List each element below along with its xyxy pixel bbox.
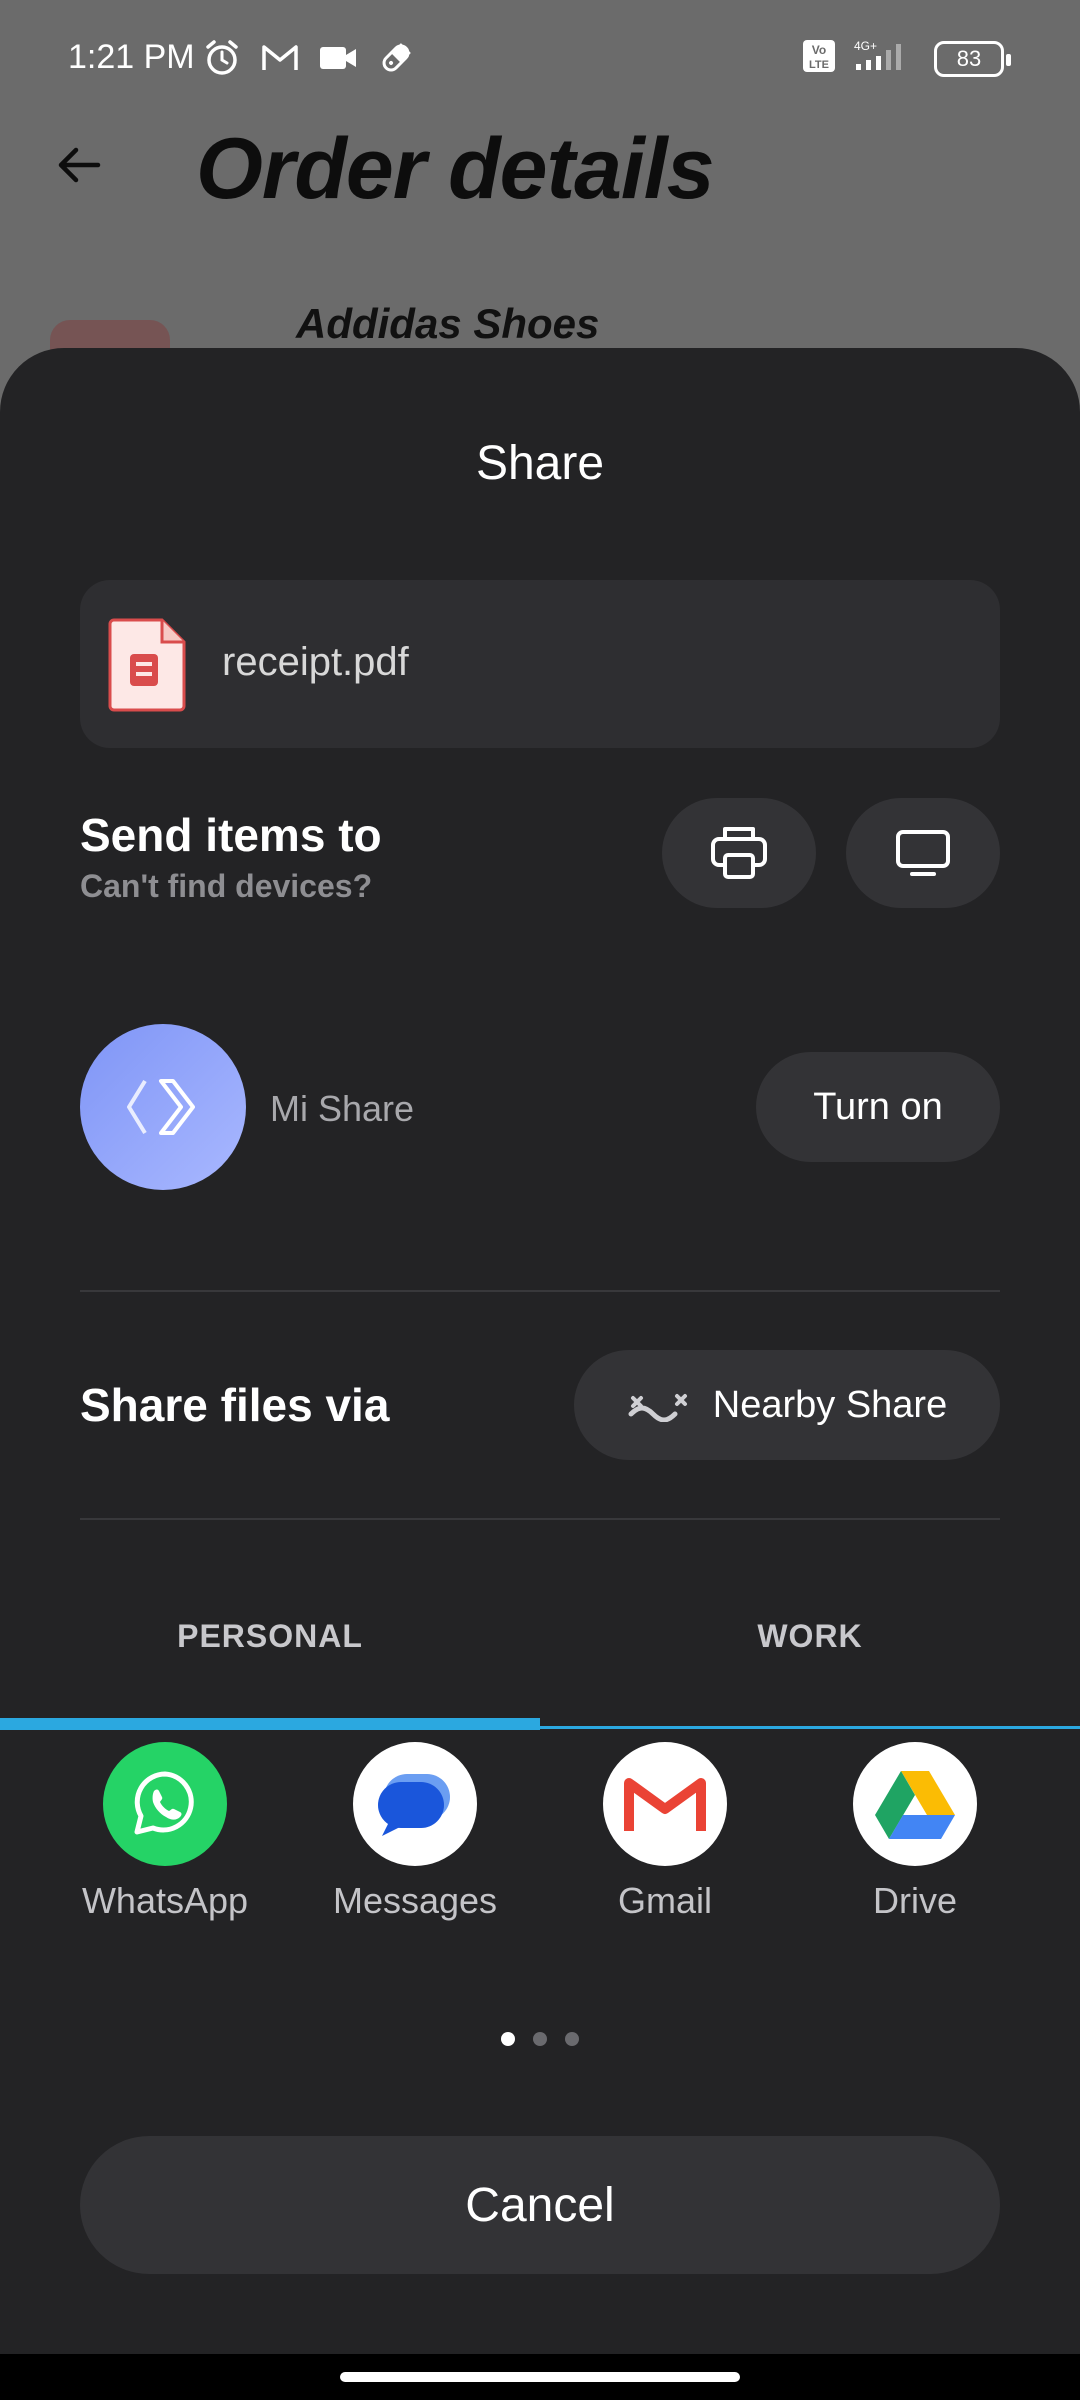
cant-find-devices-link[interactable]: Can't find devices? [80, 868, 372, 905]
home-gesture-handle[interactable] [340, 2372, 740, 2382]
svg-text:Vo: Vo [812, 43, 826, 57]
app-label: WhatsApp [81, 1880, 249, 1921]
svg-text:4G+: 4G+ [854, 39, 877, 53]
battery-icon: 83 [934, 40, 1011, 77]
cancel-button[interactable]: Cancel [80, 2136, 1000, 2274]
status-icons-left [202, 38, 416, 78]
app-label: Gmail [617, 1880, 712, 1921]
tab-indicator [0, 1718, 540, 1730]
tab-work[interactable]: WORK [540, 1618, 1080, 1655]
mi-share-label: Mi Share [270, 1088, 415, 1129]
share-app-gmail[interactable]: Gmail [540, 1742, 790, 1922]
gmail-icon [603, 1742, 727, 1866]
share-sheet: Share receipt.pdf Send items to Can't fi… [0, 348, 1080, 2400]
sheet-title: Share [475, 437, 605, 490]
pdf-file-icon [108, 616, 188, 712]
printer-icon [711, 827, 767, 879]
product-name: Addidas Shoes [296, 300, 600, 347]
tab-underline [540, 1726, 1080, 1729]
divider [80, 1290, 1000, 1292]
page-dot [565, 2032, 579, 2046]
page-title: Order details [196, 121, 715, 217]
signal-icon: 4G+ [850, 38, 920, 79]
share-files-via-title: Share files via [80, 1379, 390, 1431]
battery-level: 83 [956, 45, 982, 71]
share-app-messages[interactable]: Messages [290, 1742, 540, 1922]
file-preview-card: receipt.pdf [80, 580, 1000, 748]
turn-on-button[interactable]: Turn on [756, 1052, 1000, 1162]
send-items-title: Send items to [80, 809, 382, 861]
status-icons-right: Vo LTE 4G+ 83 [802, 38, 1011, 79]
messages-icon [353, 1742, 477, 1866]
monitor-icon [896, 830, 950, 876]
status-time: 1:21 PM [68, 38, 195, 76]
video-icon [318, 38, 358, 78]
share-app-whatsapp[interactable]: WhatsApp [40, 1742, 290, 1922]
divider [80, 1518, 1000, 1520]
whatsapp-icon [103, 1742, 227, 1866]
page-indicator [0, 2032, 1080, 2046]
tab-personal[interactable]: PERSONAL [0, 1618, 540, 1655]
page-dot [533, 2032, 547, 2046]
mi-share-icon[interactable] [80, 1024, 246, 1190]
app-label: Drive [872, 1880, 957, 1921]
volte-icon: Vo LTE [802, 39, 836, 78]
gmail-icon [260, 38, 300, 78]
cast-screen-button[interactable] [846, 798, 1000, 908]
page-dot [501, 2032, 515, 2046]
status-bar: 1:21 PM Vo LTE 4G+ 83 [0, 0, 1080, 120]
file-name: receipt.pdf [222, 640, 409, 684]
pill-icon [376, 38, 416, 78]
app-label: Messages [332, 1880, 498, 1921]
nearby-share-icon [628, 1394, 687, 1422]
alarm-icon [202, 38, 242, 78]
share-app-drive[interactable]: Drive [790, 1742, 1040, 1922]
back-button[interactable] [44, 130, 114, 200]
nearby-share-label: Nearby Share [712, 1383, 948, 1426]
drive-icon [853, 1742, 977, 1866]
svg-text:LTE: LTE [809, 59, 829, 71]
arrow-left-icon [58, 147, 101, 183]
nearby-share-button[interactable]: Nearby Share [574, 1350, 1000, 1460]
print-button[interactable] [662, 798, 816, 908]
